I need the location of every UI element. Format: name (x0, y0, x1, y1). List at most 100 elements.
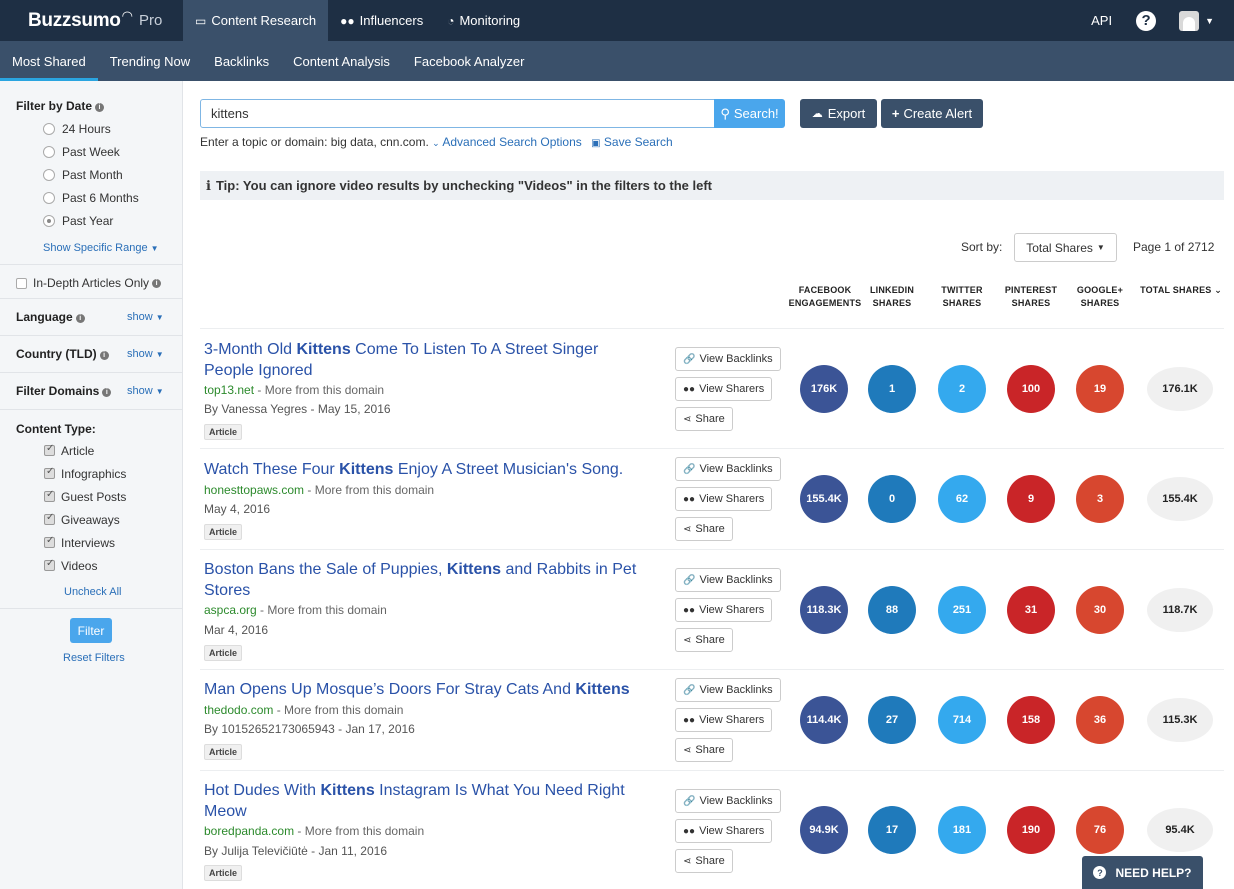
date-option-24h[interactable]: 24 Hours (0, 117, 183, 140)
checkbox[interactable] (44, 512, 55, 525)
chevron-down-icon[interactable]: ▼ (1205, 16, 1214, 26)
radio-button[interactable] (43, 122, 55, 135)
more-from-domain[interactable]: - More from this domain (273, 703, 404, 717)
info-icon[interactable]: i (102, 388, 112, 397)
button-label: View Backlinks (699, 353, 773, 365)
share-button[interactable]: ⋖ Share (675, 517, 733, 541)
col-total-shares[interactable]: TOTAL SHARES ⌄ (1136, 284, 1226, 297)
checkbox-label: Article (61, 443, 95, 458)
view-backlinks-button[interactable]: 🔗 View Backlinks (675, 347, 781, 371)
info-icon[interactable]: i (99, 351, 109, 360)
reset-filters-link[interactable]: Reset Filters (63, 652, 125, 664)
view-backlinks-button[interactable]: 🔗 View Backlinks (675, 457, 781, 481)
col-line: SHARES (942, 298, 982, 308)
more-from-domain[interactable]: - More from this domain (257, 603, 387, 617)
col-googleplus[interactable]: GOOGLE+ SHARES (1072, 284, 1128, 310)
view-sharers-button[interactable]: ●● View Sharers (675, 487, 773, 511)
checkbox[interactable] (16, 277, 27, 289)
view-sharers-button[interactable]: ●● View Sharers (675, 377, 773, 401)
content-type-interviews[interactable]: Interviews (0, 531, 183, 554)
info-icon[interactable]: i (75, 314, 85, 323)
content-type-article[interactable]: Article (0, 439, 183, 462)
view-sharers-button[interactable]: ●● View Sharers (675, 708, 773, 732)
domain-link[interactable]: thedodo.com (204, 703, 273, 717)
radio-button-selected[interactable] (43, 214, 55, 227)
view-backlinks-button[interactable]: 🔗 View Backlinks (675, 568, 781, 592)
share-button[interactable]: ⋖ Share (675, 738, 733, 762)
need-help-button[interactable]: ? NEED HELP? (1082, 856, 1203, 889)
in-depth-toggle[interactable]: In-Depth Articles Only i (16, 276, 162, 290)
show-specific-range[interactable]: Show Specific Range ▼ (43, 240, 158, 254)
more-from-domain[interactable]: - More from this domain (294, 824, 424, 838)
checkbox[interactable] (44, 489, 55, 502)
view-backlinks-button[interactable]: 🔗 View Backlinks (675, 789, 781, 813)
link-icon: 🔗 (683, 795, 696, 807)
title-keyword: Kittens (296, 341, 351, 358)
advanced-search-link[interactable]: Advanced Search Options (442, 135, 581, 149)
result-title[interactable]: Boston Bans the Sale of Puppies, Kittens… (204, 559, 652, 601)
tab-backlinks[interactable]: Backlinks (202, 41, 281, 81)
radio-button[interactable] (43, 191, 55, 204)
domain-link[interactable]: top13.net (204, 383, 254, 397)
date-option-year[interactable]: Past Year (0, 209, 183, 232)
tab-trending-now[interactable]: Trending Now (98, 41, 202, 81)
help-icon[interactable]: ? (1136, 10, 1157, 31)
checkbox[interactable] (44, 535, 55, 548)
checkbox[interactable] (44, 443, 55, 456)
nav-monitoring[interactable]: ◔ Monitoring (435, 0, 532, 41)
tab-content-analysis[interactable]: Content Analysis (281, 41, 402, 81)
radio-button[interactable] (43, 168, 55, 181)
avatar[interactable] (1179, 10, 1200, 31)
api-link[interactable]: API (1091, 13, 1112, 28)
export-button[interactable]: ☁ Export (800, 99, 877, 128)
date-option-6months[interactable]: Past 6 Months (0, 186, 183, 209)
date-option-month[interactable]: Past Month (0, 163, 183, 186)
share-button[interactable]: ⋖ Share (675, 628, 733, 652)
create-alert-button[interactable]: + Create Alert (881, 99, 983, 128)
view-backlinks-button[interactable]: 🔗 View Backlinks (675, 678, 781, 702)
result-title[interactable]: Hot Dudes With Kittens Instagram Is What… (204, 780, 652, 822)
chevron-down-icon[interactable]: ⌄ (432, 138, 440, 148)
info-icon[interactable]: i (152, 278, 162, 288)
search-input[interactable] (200, 99, 715, 128)
col-twitter[interactable]: TWITTER SHARES (934, 284, 990, 310)
content-type-infographics[interactable]: Infographics (0, 462, 183, 485)
info-icon[interactable]: i (95, 103, 105, 112)
share-button[interactable]: ⋖ Share (675, 849, 733, 873)
radio-button[interactable] (43, 145, 55, 158)
domain-link[interactable]: aspca.org (204, 603, 257, 617)
col-linkedin[interactable]: LINKEDIN SHARES (864, 284, 920, 310)
language-show[interactable]: show ▼ (127, 311, 164, 323)
domain-link[interactable]: boredpanda.com (204, 824, 294, 838)
checkbox[interactable] (44, 466, 55, 479)
share-button[interactable]: ⋖ Share (675, 407, 733, 431)
result-title[interactable]: Watch These Four Kittens Enjoy A Street … (204, 459, 652, 480)
result-title[interactable]: Man Opens Up Mosque’s Doors For Stray Ca… (204, 679, 652, 700)
sort-select[interactable]: Total Shares ▼ (1014, 233, 1117, 262)
content-type-giveaways[interactable]: Giveaways (0, 508, 183, 531)
content-type-videos[interactable]: Videos (0, 554, 183, 577)
domain-link[interactable]: honesttopaws.com (204, 483, 304, 497)
view-sharers-button[interactable]: ●● View Sharers (675, 598, 773, 622)
nav-influencers[interactable]: ●● Influencers (328, 0, 435, 41)
content-type-guest-posts[interactable]: Guest Posts (0, 485, 183, 508)
more-from-domain[interactable]: - More from this domain (254, 383, 384, 397)
country-show[interactable]: show ▼ (127, 348, 164, 360)
result-title[interactable]: 3-Month Old Kittens Come To Listen To A … (204, 339, 652, 381)
more-from-domain[interactable]: - More from this domain (304, 483, 434, 497)
nav-content-research[interactable]: ▭ Content Research (183, 0, 329, 41)
uncheck-all-link[interactable]: Uncheck All (64, 586, 121, 598)
nav-label: Influencers (359, 13, 424, 28)
filter-button[interactable]: Filter (70, 618, 112, 643)
search-button[interactable]: ⚲ Search! (714, 99, 785, 128)
date-option-week[interactable]: Past Week (0, 140, 183, 163)
view-sharers-button[interactable]: ●● View Sharers (675, 819, 773, 843)
domains-show[interactable]: show ▼ (127, 385, 164, 397)
col-pinterest[interactable]: PINTEREST SHARES (1001, 284, 1061, 310)
tab-most-shared[interactable]: Most Shared (0, 41, 98, 81)
buzzsumo-logo[interactable]: Buzzsumo ◠ Pro (0, 0, 183, 41)
save-search-link[interactable]: Save Search (604, 135, 673, 149)
tab-facebook-analyzer[interactable]: Facebook Analyzer (402, 41, 537, 81)
col-facebook[interactable]: FACEBOOK ENGAGEMENTS (786, 284, 864, 310)
checkbox[interactable] (44, 558, 55, 571)
